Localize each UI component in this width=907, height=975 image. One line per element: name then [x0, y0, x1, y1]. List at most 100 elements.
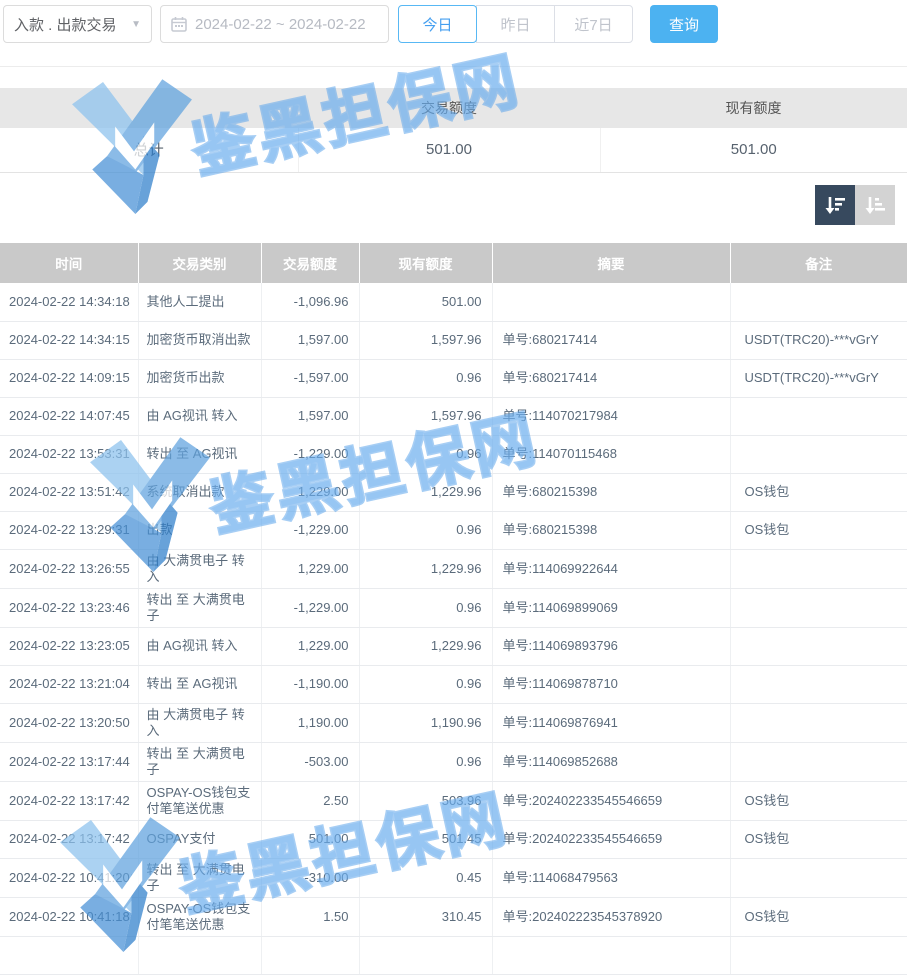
filter-bar: 入款 . 出款交易 ▼ 2024-02-22 ~ 2024-02-22 今日 昨… — [3, 5, 718, 43]
summary-total-label: 总计 — [0, 128, 298, 172]
date-range-value: 2024-02-22 ~ 2024-02-22 — [195, 16, 366, 33]
cell-type: 转出 至 大满贯电子 — [138, 588, 261, 627]
col-header-summary: 摘要 — [492, 243, 730, 283]
cell-time: 2024-02-22 14:09:15 — [0, 359, 138, 397]
cell-current-amount: 1,229.96 — [359, 627, 492, 665]
sort-amount-desc-button[interactable] — [815, 185, 855, 225]
cell-time: 2024-02-22 13:23:05 — [0, 627, 138, 665]
cell-time: 2024-02-22 10:41:20 — [0, 858, 138, 897]
cell-type: 转出 至 AG视讯 — [138, 665, 261, 703]
cell-note: OS钱包 — [730, 473, 907, 511]
summary-total-transaction-amount: 501.00 — [298, 128, 600, 172]
cell-note — [730, 588, 907, 627]
search-button[interactable]: 查询 — [650, 5, 718, 43]
transaction-row: 2024-02-22 13:29:31 出款 -1,229.00 0.96 单号… — [0, 511, 907, 549]
cell-summary: 单号:114069899069 — [492, 588, 730, 627]
cell-summary: 单号:680215398 — [492, 511, 730, 549]
today-button[interactable]: 今日 — [398, 5, 477, 43]
cell-current-amount: 310.45 — [359, 897, 492, 936]
cell-time: 2024-02-22 13:51:42 — [0, 473, 138, 511]
last-7-days-button[interactable]: 近7日 — [554, 5, 633, 43]
cell-transaction-amount: -1,096.96 — [261, 283, 359, 321]
cell-time: 2024-02-22 13:17:44 — [0, 742, 138, 781]
transaction-row: 2024-02-22 10:41:20 转出 至 大满贯电子 -310.00 0… — [0, 858, 907, 897]
partial-row — [0, 936, 907, 974]
cell-summary: 单号:114070115468 — [492, 435, 730, 473]
cell-time: 2024-02-22 13:21:04 — [0, 665, 138, 703]
transaction-row: 2024-02-22 10:41:18 OSPAY-OS钱包支付笔笔送优惠 1.… — [0, 897, 907, 936]
cell-type: 由 AG视讯 转入 — [138, 397, 261, 435]
date-range-input[interactable]: 2024-02-22 ~ 2024-02-22 — [160, 5, 389, 43]
cell-summary: 单号:680217414 — [492, 321, 730, 359]
cell-summary: 单号:114070217984 — [492, 397, 730, 435]
transaction-row: 2024-02-22 13:26:55 由 大满贯电子 转入 1,229.00 … — [0, 549, 907, 588]
cell-note: USDT(TRC20)-***vGrY — [730, 359, 907, 397]
transaction-type-select[interactable]: 入款 . 出款交易 ▼ — [3, 5, 152, 43]
cell-type: 系统取消出款 — [138, 473, 261, 511]
col-header-current-amount: 现有额度 — [359, 243, 492, 283]
cell-type: 出款 — [138, 511, 261, 549]
cell-type: 转出 至 大满贯电子 — [138, 858, 261, 897]
cell-note — [730, 397, 907, 435]
cell-time: 2024-02-22 13:29:31 — [0, 511, 138, 549]
cell-summary — [492, 283, 730, 321]
cell-time: 2024-02-22 14:07:45 — [0, 397, 138, 435]
cell-type: 加密货币出款 — [138, 359, 261, 397]
cell-type: 由 大满贯电子 转入 — [138, 703, 261, 742]
cell-time: 2024-02-22 14:34:18 — [0, 283, 138, 321]
transactions-table: 时间 交易类别 交易额度 现有额度 摘要 备注 2024-02-22 14:34… — [0, 243, 907, 975]
transaction-row: 2024-02-22 13:17:42 OSPAY-OS钱包支付笔笔送优惠 2.… — [0, 781, 907, 820]
cell-transaction-amount: -310.00 — [261, 858, 359, 897]
sort-amount-desc-icon — [823, 193, 847, 217]
cell-note: OS钱包 — [730, 511, 907, 549]
cell-note — [730, 549, 907, 588]
col-header-type: 交易类别 — [138, 243, 261, 283]
cell-note: USDT(TRC20)-***vGrY — [730, 321, 907, 359]
transaction-row: 2024-02-22 13:17:42 OSPAY支付 501.00 501.4… — [0, 820, 907, 858]
chevron-down-icon: ▼ — [131, 19, 141, 30]
calendar-icon — [171, 16, 187, 32]
divider — [0, 66, 907, 67]
cell-transaction-amount: 1,229.00 — [261, 473, 359, 511]
quick-range-button-group: 今日 昨日 近7日 — [398, 5, 633, 43]
summary-total-row: 总计 501.00 501.00 — [0, 128, 907, 172]
transaction-row: 2024-02-22 13:23:46 转出 至 大满贯电子 -1,229.00… — [0, 588, 907, 627]
transaction-row: 2024-02-22 14:34:18 其他人工提出 -1,096.96 501… — [0, 283, 907, 321]
cell-time: 2024-02-22 13:20:50 — [0, 703, 138, 742]
cell-transaction-amount: -1,229.00 — [261, 511, 359, 549]
col-header-note: 备注 — [730, 243, 907, 283]
transaction-row: 2024-02-22 13:21:04 转出 至 AG视讯 -1,190.00 … — [0, 665, 907, 703]
cell-summary: 单号:202402223545378920 — [492, 897, 730, 936]
cell-current-amount: 0.96 — [359, 665, 492, 703]
cell-summary: 单号:680217414 — [492, 359, 730, 397]
cell-summary: 单号:114069852688 — [492, 742, 730, 781]
transaction-row: 2024-02-22 14:07:45 由 AG视讯 转入 1,597.00 1… — [0, 397, 907, 435]
summary-header-current-amount: 现有额度 — [600, 88, 907, 128]
cell-transaction-amount: 1,190.00 — [261, 703, 359, 742]
cell-summary: 单号:114069876941 — [492, 703, 730, 742]
transaction-row: 2024-02-22 13:17:44 转出 至 大满贯电子 -503.00 0… — [0, 742, 907, 781]
cell-note — [730, 627, 907, 665]
cell-note — [730, 283, 907, 321]
cell-time: 2024-02-22 14:34:15 — [0, 321, 138, 359]
summary-header-row: 交易额度 现有额度 — [0, 88, 907, 128]
transactions-tbody: 2024-02-22 14:34:18 其他人工提出 -1,096.96 501… — [0, 283, 907, 936]
cell-type: 转出 至 大满贯电子 — [138, 742, 261, 781]
cell-type: 加密货币取消出款 — [138, 321, 261, 359]
cell-summary: 单号:114068479563 — [492, 858, 730, 897]
cell-current-amount: 1,229.96 — [359, 473, 492, 511]
cell-time: 2024-02-22 13:17:42 — [0, 820, 138, 858]
cell-type: OSPAY-OS钱包支付笔笔送优惠 — [138, 781, 261, 820]
cell-current-amount: 1,597.96 — [359, 321, 492, 359]
cell-note: OS钱包 — [730, 820, 907, 858]
cell-type: 由 AG视讯 转入 — [138, 627, 261, 665]
yesterday-button[interactable]: 昨日 — [476, 5, 555, 43]
cell-summary: 单号:114069893796 — [492, 627, 730, 665]
summary-table: 交易额度 现有额度 总计 501.00 501.00 — [0, 88, 907, 173]
cell-current-amount: 1,190.96 — [359, 703, 492, 742]
cell-transaction-amount: -1,190.00 — [261, 665, 359, 703]
cell-current-amount: 0.96 — [359, 359, 492, 397]
sort-amount-asc-button[interactable] — [855, 185, 895, 225]
cell-transaction-amount: -1,229.00 — [261, 435, 359, 473]
cell-type: OSPAY支付 — [138, 820, 261, 858]
